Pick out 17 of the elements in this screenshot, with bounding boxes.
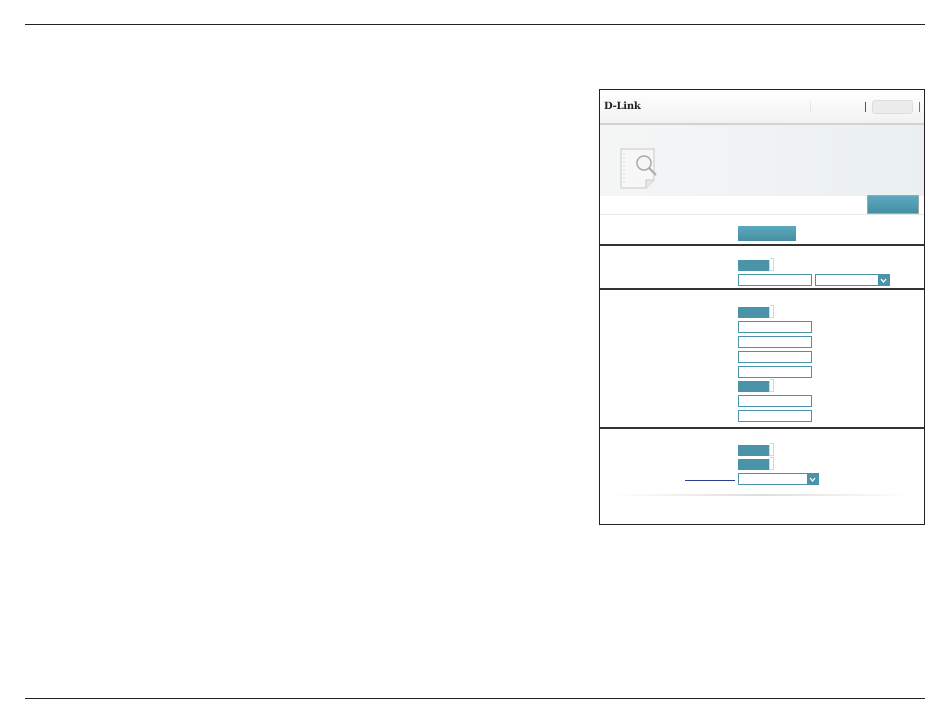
toggle-switch[interactable]	[738, 260, 770, 271]
input-field[interactable]	[738, 410, 812, 422]
chevron-down-icon	[809, 476, 816, 482]
input-field[interactable]	[738, 351, 812, 363]
input-field[interactable]	[738, 395, 812, 407]
logo: D-Link	[604, 100, 641, 114]
toggle-switch[interactable]	[738, 459, 770, 470]
toggle-switch[interactable]	[738, 445, 770, 456]
chevron-down-icon	[880, 278, 887, 282]
input-field[interactable]	[738, 321, 812, 333]
input-field[interactable]	[738, 336, 812, 348]
input-field[interactable]	[738, 274, 812, 286]
toggle-switch[interactable]	[738, 381, 770, 392]
input-field[interactable]	[738, 366, 812, 378]
toggle-switch[interactable]	[738, 307, 770, 318]
dropdown[interactable]	[738, 473, 819, 485]
dropdown[interactable]	[815, 274, 890, 286]
